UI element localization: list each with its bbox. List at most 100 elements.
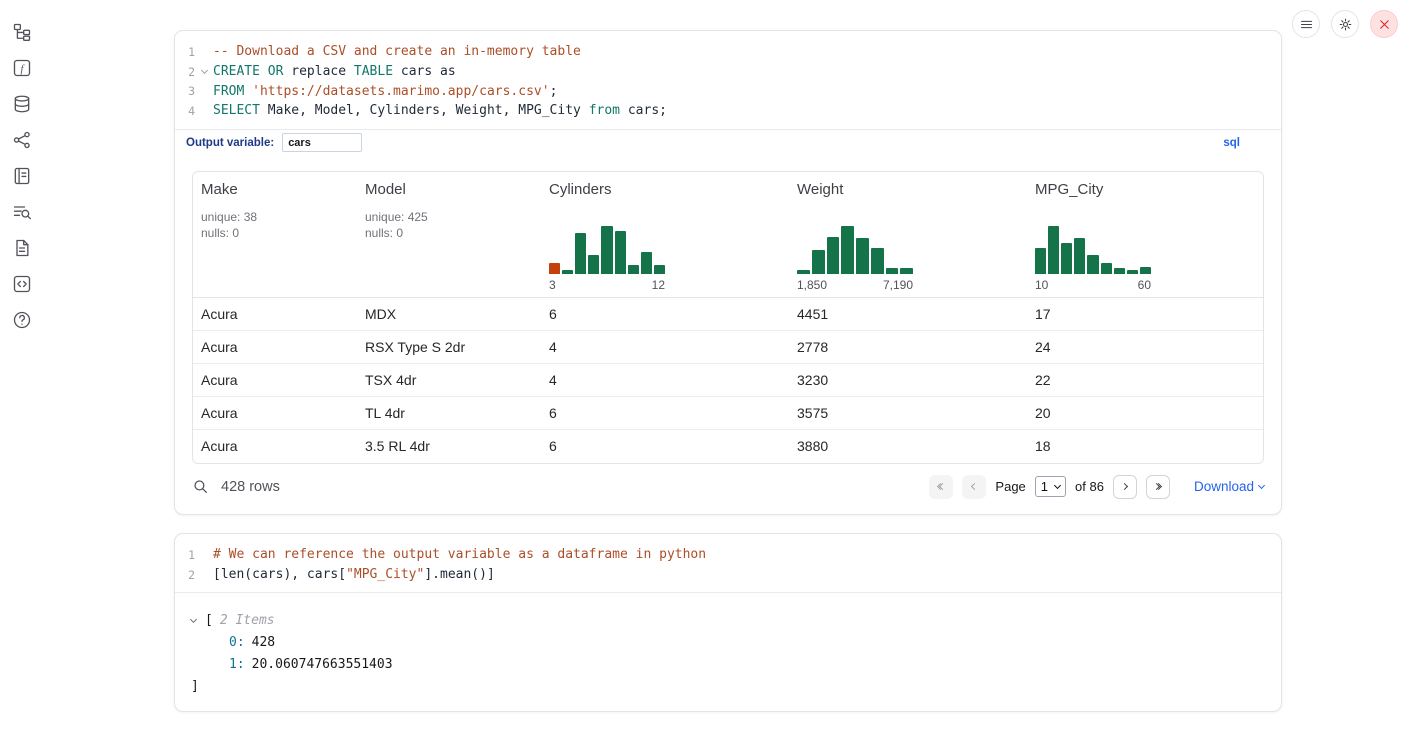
prev-page-button[interactable] bbox=[962, 475, 986, 499]
table-row[interactable]: Acura3.5 RL 4dr6388018 bbox=[193, 430, 1263, 463]
table-cell: MDX bbox=[357, 306, 541, 322]
column-name: MPG_City bbox=[1035, 181, 1255, 198]
column-header[interactable]: MPG_City 1060 bbox=[1027, 172, 1263, 297]
line-number: 1 bbox=[175, 45, 195, 59]
first-page-button[interactable] bbox=[929, 475, 953, 499]
axis-min-label: 10 bbox=[1035, 278, 1048, 292]
histogram-bar[interactable] bbox=[1048, 226, 1059, 274]
histogram-bar[interactable] bbox=[856, 238, 869, 274]
logs-search-icon[interactable] bbox=[12, 201, 33, 222]
file-tree-icon[interactable] bbox=[12, 21, 33, 42]
table-row[interactable]: AcuraTL 4dr6357520 bbox=[193, 397, 1263, 430]
histogram-bar[interactable] bbox=[562, 270, 573, 274]
histogram-bar[interactable] bbox=[575, 233, 586, 274]
code-token: from bbox=[589, 103, 620, 118]
dependency-graph-icon[interactable] bbox=[12, 129, 33, 150]
last-page-button[interactable] bbox=[1146, 475, 1170, 499]
histogram-bar[interactable] bbox=[871, 248, 884, 274]
histogram-bar[interactable] bbox=[1114, 268, 1125, 274]
histogram-bar[interactable] bbox=[1101, 263, 1112, 274]
code-line[interactable]: 2CREATE OR replace TABLE cars as bbox=[175, 62, 1281, 82]
tree-entries: 0:4281:20.060747663551403 bbox=[191, 632, 1265, 676]
page-select[interactable]: 1 bbox=[1035, 476, 1066, 497]
histogram-bar[interactable] bbox=[1074, 238, 1085, 274]
output-variable-input[interactable] bbox=[282, 133, 362, 152]
histogram-bar[interactable] bbox=[797, 270, 810, 274]
code-text: CREATE OR replace TABLE cars as bbox=[213, 64, 456, 79]
column-header[interactable]: Cylinders312 bbox=[541, 172, 789, 297]
histogram-bar[interactable] bbox=[654, 265, 665, 274]
histogram-bar[interactable] bbox=[900, 268, 913, 274]
code-line[interactable]: 1 # We can reference the output variable … bbox=[175, 545, 1281, 565]
code-line[interactable]: 1-- Download a CSV and create an in-memo… bbox=[175, 42, 1281, 62]
code-token: Make, Model, Cylinders, Weight, MPG_City bbox=[260, 103, 589, 118]
column-header[interactable]: Modelunique: 425nulls: 0 bbox=[357, 172, 541, 297]
code-text: [len(cars), cars["MPG_City"].mean()] bbox=[213, 567, 495, 582]
histogram-bar[interactable] bbox=[615, 231, 626, 274]
chevron-down-icon bbox=[190, 616, 197, 623]
next-page-button[interactable] bbox=[1113, 475, 1137, 499]
close-button[interactable] bbox=[1370, 10, 1398, 38]
histogram-bar[interactable] bbox=[641, 252, 652, 274]
histogram-bar[interactable] bbox=[1140, 267, 1151, 274]
search-icon[interactable] bbox=[192, 478, 210, 496]
download-label: Download bbox=[1194, 479, 1254, 494]
pagination: Page 1 of 86 bbox=[929, 475, 1170, 499]
code-line[interactable]: 3FROM 'https://datasets.marimo.app/cars.… bbox=[175, 81, 1281, 101]
histogram-bar[interactable] bbox=[841, 226, 854, 274]
table-cell: Acura bbox=[193, 339, 357, 355]
histogram-axis: 1,8507,190 bbox=[797, 278, 913, 292]
code-token: SELECT bbox=[213, 103, 260, 118]
histogram-bar[interactable] bbox=[1061, 243, 1072, 274]
table-row[interactable]: AcuraMDX6445117 bbox=[193, 298, 1263, 331]
language-badge[interactable]: sql bbox=[1223, 137, 1240, 149]
histogram-bar[interactable] bbox=[827, 237, 840, 274]
python-code-editor[interactable]: 1 # We can reference the output variable … bbox=[175, 534, 1281, 592]
histogram-bar[interactable] bbox=[812, 250, 825, 274]
histogram-bar[interactable] bbox=[886, 268, 899, 274]
histogram-bar[interactable] bbox=[601, 226, 612, 274]
sql-code-editor[interactable]: 1-- Download a CSV and create an in-memo… bbox=[175, 31, 1281, 129]
histogram-bar[interactable] bbox=[1087, 255, 1098, 274]
help-icon[interactable] bbox=[12, 309, 33, 330]
code-line[interactable]: 4SELECT Make, Model, Cylinders, Weight, … bbox=[175, 101, 1281, 121]
table-row[interactable]: AcuraRSX Type S 2dr4277824 bbox=[193, 331, 1263, 364]
histogram-bar[interactable] bbox=[1127, 270, 1138, 274]
column-header[interactable]: Makeunique: 38nulls: 0 bbox=[193, 172, 357, 297]
function-square-icon[interactable]: f bbox=[12, 57, 33, 78]
histogram-bar[interactable] bbox=[1035, 248, 1046, 274]
line-number: 1 bbox=[175, 548, 195, 562]
output-tree: [ 2 Items 0:4281:20.060747663551403 ] bbox=[175, 593, 1281, 706]
tree-key: 1: bbox=[229, 657, 245, 672]
download-button[interactable]: Download bbox=[1194, 479, 1264, 494]
code-token: OR bbox=[268, 64, 284, 79]
fold-indicator[interactable] bbox=[195, 71, 213, 73]
document-icon[interactable] bbox=[12, 237, 33, 258]
table-cell: 3575 bbox=[789, 405, 1027, 421]
histogram-bar[interactable] bbox=[628, 265, 639, 274]
code-text: # We can reference the output variable a… bbox=[213, 547, 706, 562]
column-header[interactable]: Weight1,8507,190 bbox=[789, 172, 1027, 297]
snippets-icon[interactable] bbox=[12, 273, 33, 294]
histogram-bar[interactable] bbox=[588, 255, 599, 274]
table-cell: 6 bbox=[541, 438, 789, 454]
stat-line: unique: 425 bbox=[365, 209, 533, 226]
histogram-axis: 1060 bbox=[1035, 278, 1151, 292]
tree-entry: 0:428 bbox=[191, 632, 1265, 654]
table-cell: 3230 bbox=[789, 372, 1027, 388]
menu-button[interactable] bbox=[1292, 10, 1320, 38]
histogram-bar[interactable] bbox=[549, 263, 560, 274]
database-icon[interactable] bbox=[12, 93, 33, 114]
python-cell: 1 # We can reference the output variable … bbox=[174, 533, 1282, 712]
axis-min-label: 1,850 bbox=[797, 278, 827, 292]
table-cell: 3880 bbox=[789, 438, 1027, 454]
column-name: Model bbox=[365, 181, 533, 198]
table-row[interactable]: AcuraTSX 4dr4323022 bbox=[193, 364, 1263, 397]
settings-button[interactable] bbox=[1331, 10, 1359, 38]
tree-collapse-toggle[interactable] bbox=[191, 620, 205, 622]
notebook-icon[interactable] bbox=[12, 165, 33, 186]
close-icon bbox=[1377, 17, 1392, 32]
sql-cell: 1-- Download a CSV and create an in-memo… bbox=[174, 30, 1282, 515]
code-line[interactable]: 2[len(cars), cars["MPG_City"].mean()] bbox=[175, 565, 1281, 585]
tree-entry: 1:20.060747663551403 bbox=[191, 654, 1265, 676]
